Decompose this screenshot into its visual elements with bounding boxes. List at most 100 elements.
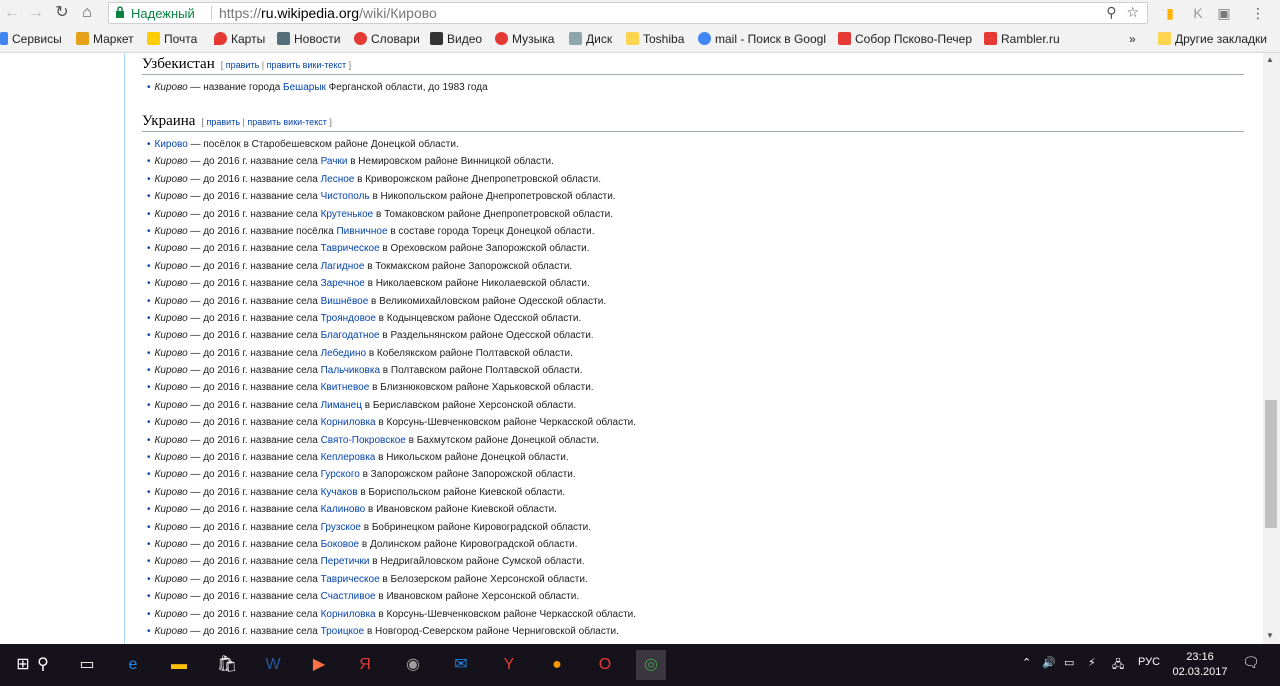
bookmark-toshiba[interactable]: Toshiba bbox=[626, 31, 684, 47]
scroll-up-icon[interactable]: ▲ bbox=[1266, 55, 1274, 64]
yandex-browser-icon[interactable]: Y bbox=[494, 650, 524, 680]
item-link[interactable]: Счастливое bbox=[321, 591, 376, 602]
scrollbar-thumb[interactable] bbox=[1265, 400, 1277, 528]
back-arrow-icon[interactable]: ← bbox=[2, 3, 22, 23]
bookmark-disk[interactable]: Диск bbox=[569, 31, 612, 47]
item-link[interactable]: Благодатное bbox=[321, 330, 380, 341]
item-link[interactable]: Трояндовое bbox=[321, 313, 376, 324]
item-text: — до 2016 г. название села bbox=[187, 260, 321, 272]
item-link[interactable]: Рачки bbox=[321, 156, 348, 167]
item-link[interactable]: Свято-Покровское bbox=[321, 435, 406, 446]
volume-icon[interactable]: 🔊 bbox=[1042, 656, 1056, 669]
omnibox-icons: ⚲ ☆ bbox=[1106, 4, 1139, 21]
item-link[interactable]: Чистополь bbox=[321, 191, 370, 202]
item-link[interactable]: Лебедино bbox=[321, 348, 366, 359]
item-link[interactable]: Крутенькое bbox=[321, 209, 374, 220]
item-link[interactable]: Вишнёвое bbox=[321, 296, 369, 307]
chrome-icon[interactable]: ◎ bbox=[636, 650, 666, 680]
list-item: Кирово — до 2016 г. название села Боково… bbox=[142, 536, 1244, 553]
item-link[interactable]: Боковое bbox=[321, 539, 360, 550]
list-item: Кирово — до 2016 г. название села Квитне… bbox=[142, 379, 1244, 396]
list-item: Кирово — до 2016 г. название села Корнил… bbox=[142, 606, 1244, 623]
edge-icon[interactable]: e bbox=[118, 650, 148, 680]
bookmark-news[interactable]: Новости bbox=[277, 31, 340, 47]
bookmark-services[interactable]: Сервисы bbox=[0, 31, 62, 47]
edit-source-link[interactable]: править вики-текст bbox=[267, 60, 346, 70]
bookmark-google-mail-search[interactable]: mail - Поиск в Googl bbox=[698, 31, 826, 47]
media-icon[interactable]: ▶ bbox=[304, 650, 334, 680]
item-text: — до 2016 г. название села bbox=[187, 538, 321, 550]
toolbox-icon[interactable]: ● bbox=[542, 650, 572, 680]
notifications-icon[interactable]: 🗨 bbox=[1242, 654, 1260, 671]
item-link[interactable]: Корниловка bbox=[321, 609, 376, 620]
task-view-icon[interactable]: ▭ bbox=[72, 650, 102, 680]
item-link[interactable]: Лагидное bbox=[321, 261, 365, 272]
item-link[interactable]: Пальчиковка bbox=[321, 365, 380, 376]
reload-icon[interactable]: ↻ bbox=[52, 3, 72, 23]
secure-label: Надежный bbox=[131, 6, 195, 21]
item-link[interactable]: Пивничное bbox=[336, 226, 387, 237]
item-text: — до 2016 г. название села bbox=[187, 278, 321, 290]
home-icon[interactable]: ⌂ bbox=[77, 3, 97, 23]
item-link[interactable]: Заречное bbox=[321, 278, 365, 289]
power-icon[interactable]: ⚡ bbox=[1088, 656, 1096, 669]
bookmark-video[interactable]: Видео bbox=[430, 31, 482, 47]
network-icon[interactable]: 🖧 bbox=[1112, 656, 1124, 675]
language-indicator[interactable]: РУС bbox=[1138, 656, 1160, 668]
edit-link[interactable]: править bbox=[226, 60, 260, 70]
bookmark-rambler[interactable]: Rambler.ru bbox=[984, 31, 1060, 47]
item-link[interactable]: Перетички bbox=[321, 556, 370, 567]
bookmarks-overflow-button[interactable]: » bbox=[1129, 31, 1136, 47]
bookmark-other[interactable]: Другие закладки bbox=[1158, 31, 1267, 47]
item-link[interactable]: Бешарык bbox=[283, 82, 326, 93]
disc-icon[interactable]: ◉ bbox=[398, 650, 428, 680]
item-link[interactable]: Лиманец bbox=[321, 400, 362, 411]
scroll-down-icon[interactable]: ▼ bbox=[1266, 631, 1274, 640]
item-link[interactable]: Кирово bbox=[155, 139, 188, 150]
item-link[interactable]: Корниловка bbox=[321, 417, 376, 428]
store-icon[interactable]: 🛍 bbox=[212, 650, 242, 680]
battery-icon[interactable]: ▭ bbox=[1064, 656, 1074, 669]
item-link[interactable]: Гурского bbox=[321, 469, 360, 480]
item-link[interactable]: Таврическое bbox=[321, 243, 380, 254]
bookmark-dictionaries[interactable]: Словари bbox=[354, 31, 420, 47]
music-icon bbox=[495, 32, 508, 45]
bookmark-music[interactable]: Музыка bbox=[495, 31, 554, 47]
mail-icon[interactable]: ✉ bbox=[446, 650, 476, 680]
opera-icon[interactable]: O bbox=[590, 650, 620, 680]
yandex-icon[interactable]: Я bbox=[350, 650, 380, 680]
bookmark-sobor[interactable]: Собор Псково-Печер bbox=[838, 31, 972, 47]
menu-dots-icon[interactable]: ⋮ bbox=[1248, 3, 1268, 23]
item-text: — посёлок в Старобешевском районе Донецк… bbox=[187, 139, 459, 150]
item-list: Кирово — посёлок в Старобешевском районе… bbox=[142, 136, 1244, 640]
item-link[interactable]: Грузское bbox=[321, 522, 361, 533]
item-link[interactable]: Кучаков bbox=[321, 487, 358, 498]
item-link[interactable]: Калиново bbox=[321, 504, 366, 515]
item-link[interactable]: Квитневое bbox=[321, 382, 370, 393]
edit-source-link[interactable]: править вики-текст bbox=[247, 117, 326, 127]
forward-arrow-icon[interactable]: → bbox=[26, 3, 46, 23]
word-icon[interactable]: W bbox=[258, 650, 288, 680]
extension-k-icon[interactable]: K bbox=[1188, 3, 1208, 23]
bookmark-mail[interactable]: Почта bbox=[147, 31, 197, 47]
magnifier-icon[interactable]: ⚲ bbox=[1106, 4, 1116, 20]
item-text: в Корсунь-Шевченковском районе Черкасско… bbox=[375, 608, 637, 620]
star-icon[interactable]: ☆ bbox=[1126, 4, 1139, 20]
item-link[interactable]: Таврическое bbox=[321, 574, 380, 585]
search-icon[interactable]: ⚲ bbox=[28, 650, 58, 680]
url-text[interactable]: https://ru.wikipedia.org/wiki/Кирово bbox=[219, 5, 437, 21]
clock[interactable]: 23:16 02.03.2017 bbox=[1172, 650, 1228, 680]
extension-box-icon[interactable]: ▣ bbox=[1214, 3, 1234, 23]
bookmark-flag-icon[interactable]: ▮ bbox=[1160, 3, 1180, 23]
item-link[interactable]: Кеплеровка bbox=[321, 452, 376, 463]
tray-chevron-icon[interactable]: ⌃ bbox=[1022, 656, 1031, 669]
item-link[interactable]: Троицкое bbox=[321, 626, 365, 637]
vertical-scrollbar[interactable]: ▲ ▼ bbox=[1263, 53, 1280, 644]
bookmark-market[interactable]: Маркет bbox=[76, 31, 134, 47]
address-bar[interactable]: Надежный https://ru.wikipedia.org/wiki/К… bbox=[108, 2, 1148, 24]
edit-link[interactable]: править bbox=[207, 117, 241, 127]
item-link[interactable]: Лесное bbox=[321, 174, 355, 185]
file-explorer-icon[interactable]: ▬ bbox=[164, 650, 194, 680]
bookmark-maps[interactable]: Карты bbox=[214, 31, 265, 47]
section-uzbekistan: Узбекистан[ править | править вики-текст… bbox=[142, 56, 1244, 96]
